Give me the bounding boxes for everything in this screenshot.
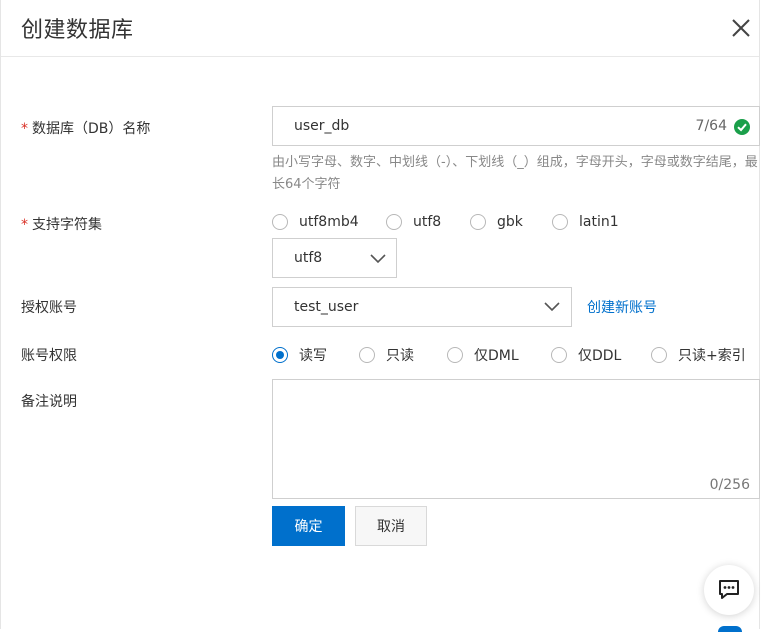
required-mark: * <box>21 121 28 137</box>
radio-circle <box>470 214 486 230</box>
chat-bubble-icon <box>719 580 739 599</box>
close-icon <box>732 19 750 37</box>
db-name-input[interactable]: user_db 7/64 <box>272 106 760 146</box>
radio-circle <box>552 214 568 230</box>
chat-support-button[interactable] <box>704 565 754 615</box>
create-database-dialog: 创建数据库 * 数据库（DB）名称 user_db 7/64 由小写字母、数字、中… <box>0 0 760 629</box>
remark-label: 备注说明 <box>21 394 77 410</box>
charset-label-text: 支持字符集 <box>32 217 102 233</box>
dialog-header: 创建数据库 <box>1 0 759 57</box>
radio-label: gbk <box>497 214 523 230</box>
db-name-label-text: 数据库（DB）名称 <box>32 121 151 137</box>
charset-label: * 支持字符集 <box>21 214 102 234</box>
radio-circle <box>272 214 288 230</box>
radio-circle <box>651 347 667 363</box>
secondary-floating-button[interactable] <box>718 626 742 632</box>
radio-label: latin1 <box>579 214 619 230</box>
radio-circle <box>551 347 567 363</box>
db-name-char-counter: 7/64 <box>695 118 727 134</box>
charset-radio-utf8[interactable]: utf8 <box>386 214 470 230</box>
radio-label: utf8 <box>413 214 442 230</box>
dialog-title: 创建数据库 <box>21 18 134 43</box>
radio-circle-checked <box>272 347 288 363</box>
db-name-hint: 由小写字母、数字、中划线（-）、下划线（_）组成，字母开头，字母或数字结尾，最长… <box>272 155 758 192</box>
radio-circle <box>386 214 402 230</box>
account-select[interactable]: test_user <box>272 287 572 327</box>
charset-radio-utf8mb4[interactable]: utf8mb4 <box>272 214 386 230</box>
radio-label: 读写 <box>299 348 327 364</box>
chevron-down-icon <box>370 254 386 264</box>
permission-label: 账号权限 <box>21 348 77 364</box>
permission-radio-dml-only[interactable]: 仅DML <box>447 345 551 365</box>
permission-radio-group: 读写 只读 仅DML 仅DDL 只读+索引 <box>272 345 746 365</box>
permission-radio-read-only-index[interactable]: 只读+索引 <box>651 345 746 365</box>
cancel-button[interactable]: 取消 <box>355 506 427 546</box>
check-circle-icon <box>734 119 750 135</box>
radio-label: 仅DML <box>474 348 519 364</box>
confirm-button[interactable]: 确定 <box>272 506 345 546</box>
chevron-down-icon <box>544 302 560 312</box>
required-mark: * <box>21 217 28 233</box>
remark-char-counter: 0/256 <box>709 477 750 493</box>
radio-label: 只读+索引 <box>678 348 746 364</box>
radio-circle <box>359 347 375 363</box>
radio-label: 只读 <box>386 348 414 364</box>
permission-radio-read-only[interactable]: 只读 <box>359 345 447 365</box>
charset-radio-gbk[interactable]: gbk <box>470 214 552 230</box>
account-select-value: test_user <box>294 299 359 315</box>
charset-select-value: utf8 <box>294 250 323 266</box>
charset-radio-latin1[interactable]: latin1 <box>552 214 619 230</box>
radio-circle <box>447 347 463 363</box>
radio-label: utf8mb4 <box>299 214 359 230</box>
remark-textarea[interactable]: 0/256 <box>272 379 760 499</box>
account-label: 授权账号 <box>21 300 77 316</box>
permission-radio-read-write[interactable]: 读写 <box>272 345 359 365</box>
db-name-value: user_db <box>294 118 350 134</box>
db-name-label: * 数据库（DB）名称 <box>21 118 150 138</box>
charset-radio-group: utf8mb4 utf8 gbk latin1 <box>272 214 619 230</box>
charset-select[interactable]: utf8 <box>272 238 397 278</box>
close-button[interactable] <box>727 14 755 42</box>
create-account-link[interactable]: 创建新账号 <box>587 297 657 317</box>
permission-radio-ddl-only[interactable]: 仅DDL <box>551 345 651 365</box>
radio-label: 仅DDL <box>578 348 622 364</box>
